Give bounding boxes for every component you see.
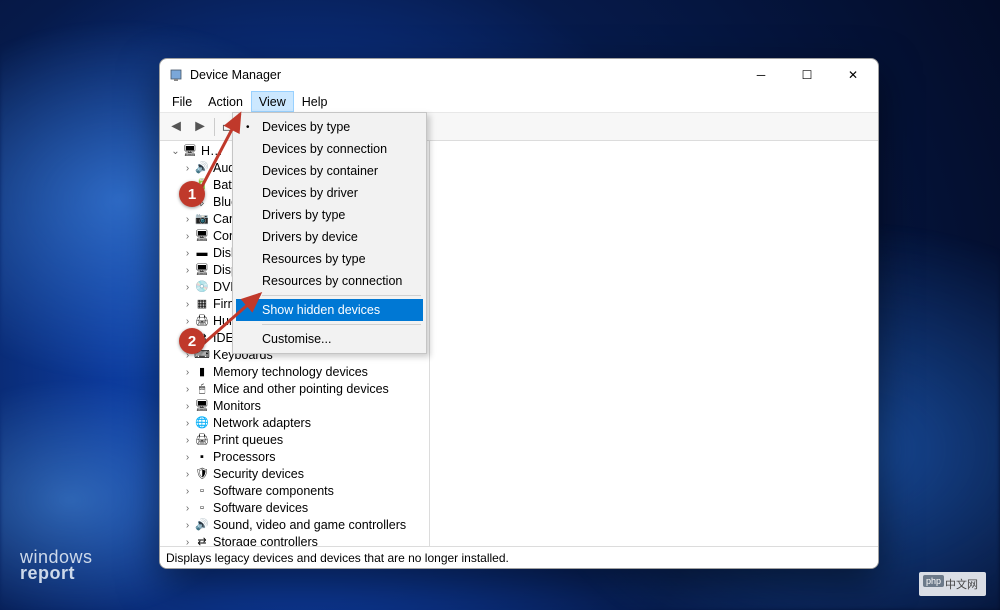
device-category-icon: 💿 — [194, 281, 210, 295]
view-menu-item[interactable]: Resources by type — [236, 248, 423, 270]
titlebar[interactable]: Device Manager ─ ☐ ✕ — [160, 59, 878, 91]
tree-node-label: Mice and other pointing devices — [213, 381, 389, 398]
detail-pane — [430, 141, 878, 546]
view-menu-item[interactable]: Customise... — [236, 328, 423, 350]
device-category-icon: ▫ — [194, 485, 210, 499]
tree-node[interactable]: ›▮Memory technology devices — [164, 364, 429, 381]
minimize-button[interactable]: ─ — [738, 59, 784, 91]
menu-separator — [262, 324, 421, 325]
tree-node-label: Software devices — [213, 500, 308, 517]
expander-icon[interactable]: › — [182, 262, 193, 279]
computer-icon: 🖥 — [182, 145, 198, 159]
menu-help[interactable]: Help — [294, 91, 336, 112]
device-category-icon: 📷 — [194, 213, 210, 227]
arrow-right-icon: ► — [192, 118, 208, 136]
tree-node-label: Sound, video and game controllers — [213, 517, 406, 534]
view-menu-item[interactable]: Devices by connection — [236, 138, 423, 160]
close-button[interactable]: ✕ — [830, 59, 876, 91]
device-category-icon: ▮ — [194, 366, 210, 380]
maximize-button[interactable]: ☐ — [784, 59, 830, 91]
expander-icon[interactable]: › — [182, 398, 193, 415]
toolbar-back-button[interactable]: ◄ — [164, 116, 188, 138]
device-category-icon: 🖥 — [194, 400, 210, 414]
expander-icon[interactable]: › — [182, 534, 193, 546]
device-category-icon: ▦ — [194, 298, 210, 312]
tree-node[interactable]: ›🔊Sound, video and game controllers — [164, 517, 429, 534]
arrow-left-icon: ◄ — [168, 118, 184, 136]
expander-icon[interactable]: › — [182, 415, 193, 432]
device-category-icon: 🖱 — [194, 383, 210, 397]
tree-node[interactable]: ›🛡Security devices — [164, 466, 429, 483]
tree-node-label: Memory technology devices — [213, 364, 368, 381]
expander-icon[interactable]: › — [182, 517, 193, 534]
view-menu-item[interactable]: Drivers by device — [236, 226, 423, 248]
window-title: Device Manager — [190, 68, 738, 82]
tree-node-label: Software components — [213, 483, 334, 500]
device-category-icon: 🖨 — [194, 434, 210, 448]
expander-icon[interactable]: › — [182, 364, 193, 381]
view-menu-item[interactable]: Show hidden devices — [236, 299, 423, 321]
tree-node-label: Storage controllers — [213, 534, 318, 546]
view-menu-dropdown: Devices by typeDevices by connectionDevi… — [232, 112, 427, 354]
menu-separator — [262, 295, 421, 296]
device-category-icon: 🖨 — [194, 315, 210, 329]
tree-node-label: Print queues — [213, 432, 283, 449]
view-menu-item[interactable]: Drivers by type — [236, 204, 423, 226]
expander-icon[interactable]: › — [182, 228, 193, 245]
tree-node-label: Network adapters — [213, 415, 311, 432]
device-category-icon: 🔊 — [194, 519, 210, 533]
expander-icon[interactable]: › — [182, 245, 193, 262]
device-category-icon: 🛡 — [194, 468, 210, 482]
expander-icon[interactable]: › — [182, 483, 193, 500]
expander-icon[interactable]: › — [182, 466, 193, 483]
device-category-icon: ▪ — [194, 451, 210, 465]
device-category-icon: 🖥 — [194, 230, 210, 244]
tree-node[interactable]: ›▫Software components — [164, 483, 429, 500]
menubar: File Action View Help — [160, 91, 878, 113]
expander-icon[interactable]: › — [182, 449, 193, 466]
tree-node-label: Processors — [213, 449, 276, 466]
expander-icon[interactable]: › — [182, 279, 193, 296]
callout-1: 1 — [179, 181, 205, 207]
app-icon — [168, 67, 184, 83]
menu-view[interactable]: View — [251, 91, 294, 112]
watermark-windows-report: windows report — [20, 548, 93, 582]
view-menu-item[interactable]: Devices by container — [236, 160, 423, 182]
tree-root-label: H… — [201, 143, 223, 160]
expander-icon[interactable]: ⌄ — [170, 143, 181, 160]
device-category-icon: 🌐 — [194, 417, 210, 431]
view-menu-item[interactable]: Resources by connection — [236, 270, 423, 292]
view-menu-item[interactable]: Devices by type — [236, 116, 423, 138]
device-category-icon: ▬ — [194, 247, 210, 261]
callout-2: 2 — [179, 328, 205, 354]
statusbar: Displays legacy devices and devices that… — [160, 546, 878, 568]
tree-node[interactable]: ›⇄Storage controllers — [164, 534, 429, 546]
tree-node[interactable]: ›🌐Network adapters — [164, 415, 429, 432]
tree-node[interactable]: ›🖱Mice and other pointing devices — [164, 381, 429, 398]
expander-icon[interactable]: › — [182, 296, 193, 313]
expander-icon[interactable]: › — [182, 211, 193, 228]
tree-node[interactable]: ›🖥Monitors — [164, 398, 429, 415]
tree-node[interactable]: ›▫Software devices — [164, 500, 429, 517]
tree-node-label: Security devices — [213, 466, 304, 483]
view-menu-item[interactable]: Devices by driver — [236, 182, 423, 204]
device-category-icon: 🖥 — [194, 264, 210, 278]
tree-node-label: Monitors — [213, 398, 261, 415]
expander-icon[interactable]: › — [182, 381, 193, 398]
tree-node[interactable]: ›▪Processors — [164, 449, 429, 466]
expander-icon[interactable]: › — [182, 432, 193, 449]
tree-node[interactable]: ›🖨Print queues — [164, 432, 429, 449]
expander-icon[interactable]: › — [182, 160, 193, 177]
menu-action[interactable]: Action — [200, 91, 251, 112]
device-category-icon: ⇄ — [194, 536, 210, 547]
toolbar-separator — [214, 118, 215, 136]
menu-file[interactable]: File — [164, 91, 200, 112]
statusbar-text: Displays legacy devices and devices that… — [166, 551, 509, 565]
expander-icon[interactable]: › — [182, 500, 193, 517]
device-category-icon: 🔊 — [194, 162, 210, 176]
device-category-icon: ▫ — [194, 502, 210, 516]
toolbar-forward-button[interactable]: ► — [188, 116, 212, 138]
watermark-php-cn: 中文网 — [919, 572, 986, 596]
